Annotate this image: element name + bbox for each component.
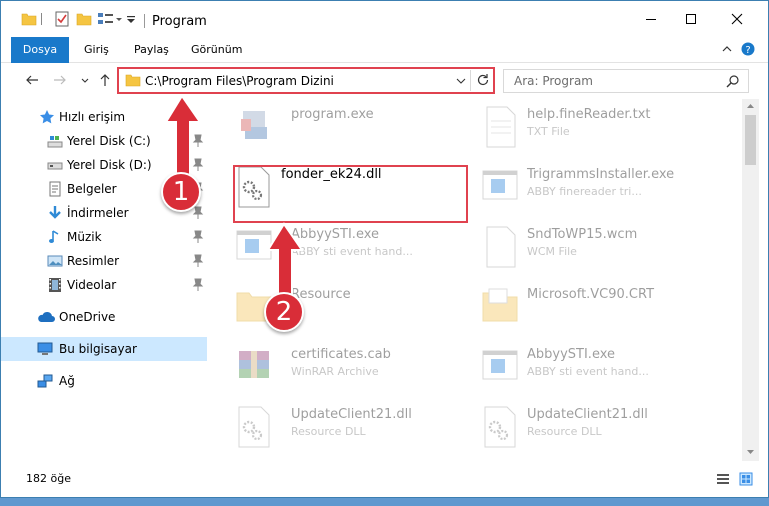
step-marker-1: 1 xyxy=(161,172,201,212)
step-marker-2: 2 xyxy=(264,292,304,332)
arrow-2 xyxy=(266,222,304,301)
annotation-arrows xyxy=(164,94,304,301)
